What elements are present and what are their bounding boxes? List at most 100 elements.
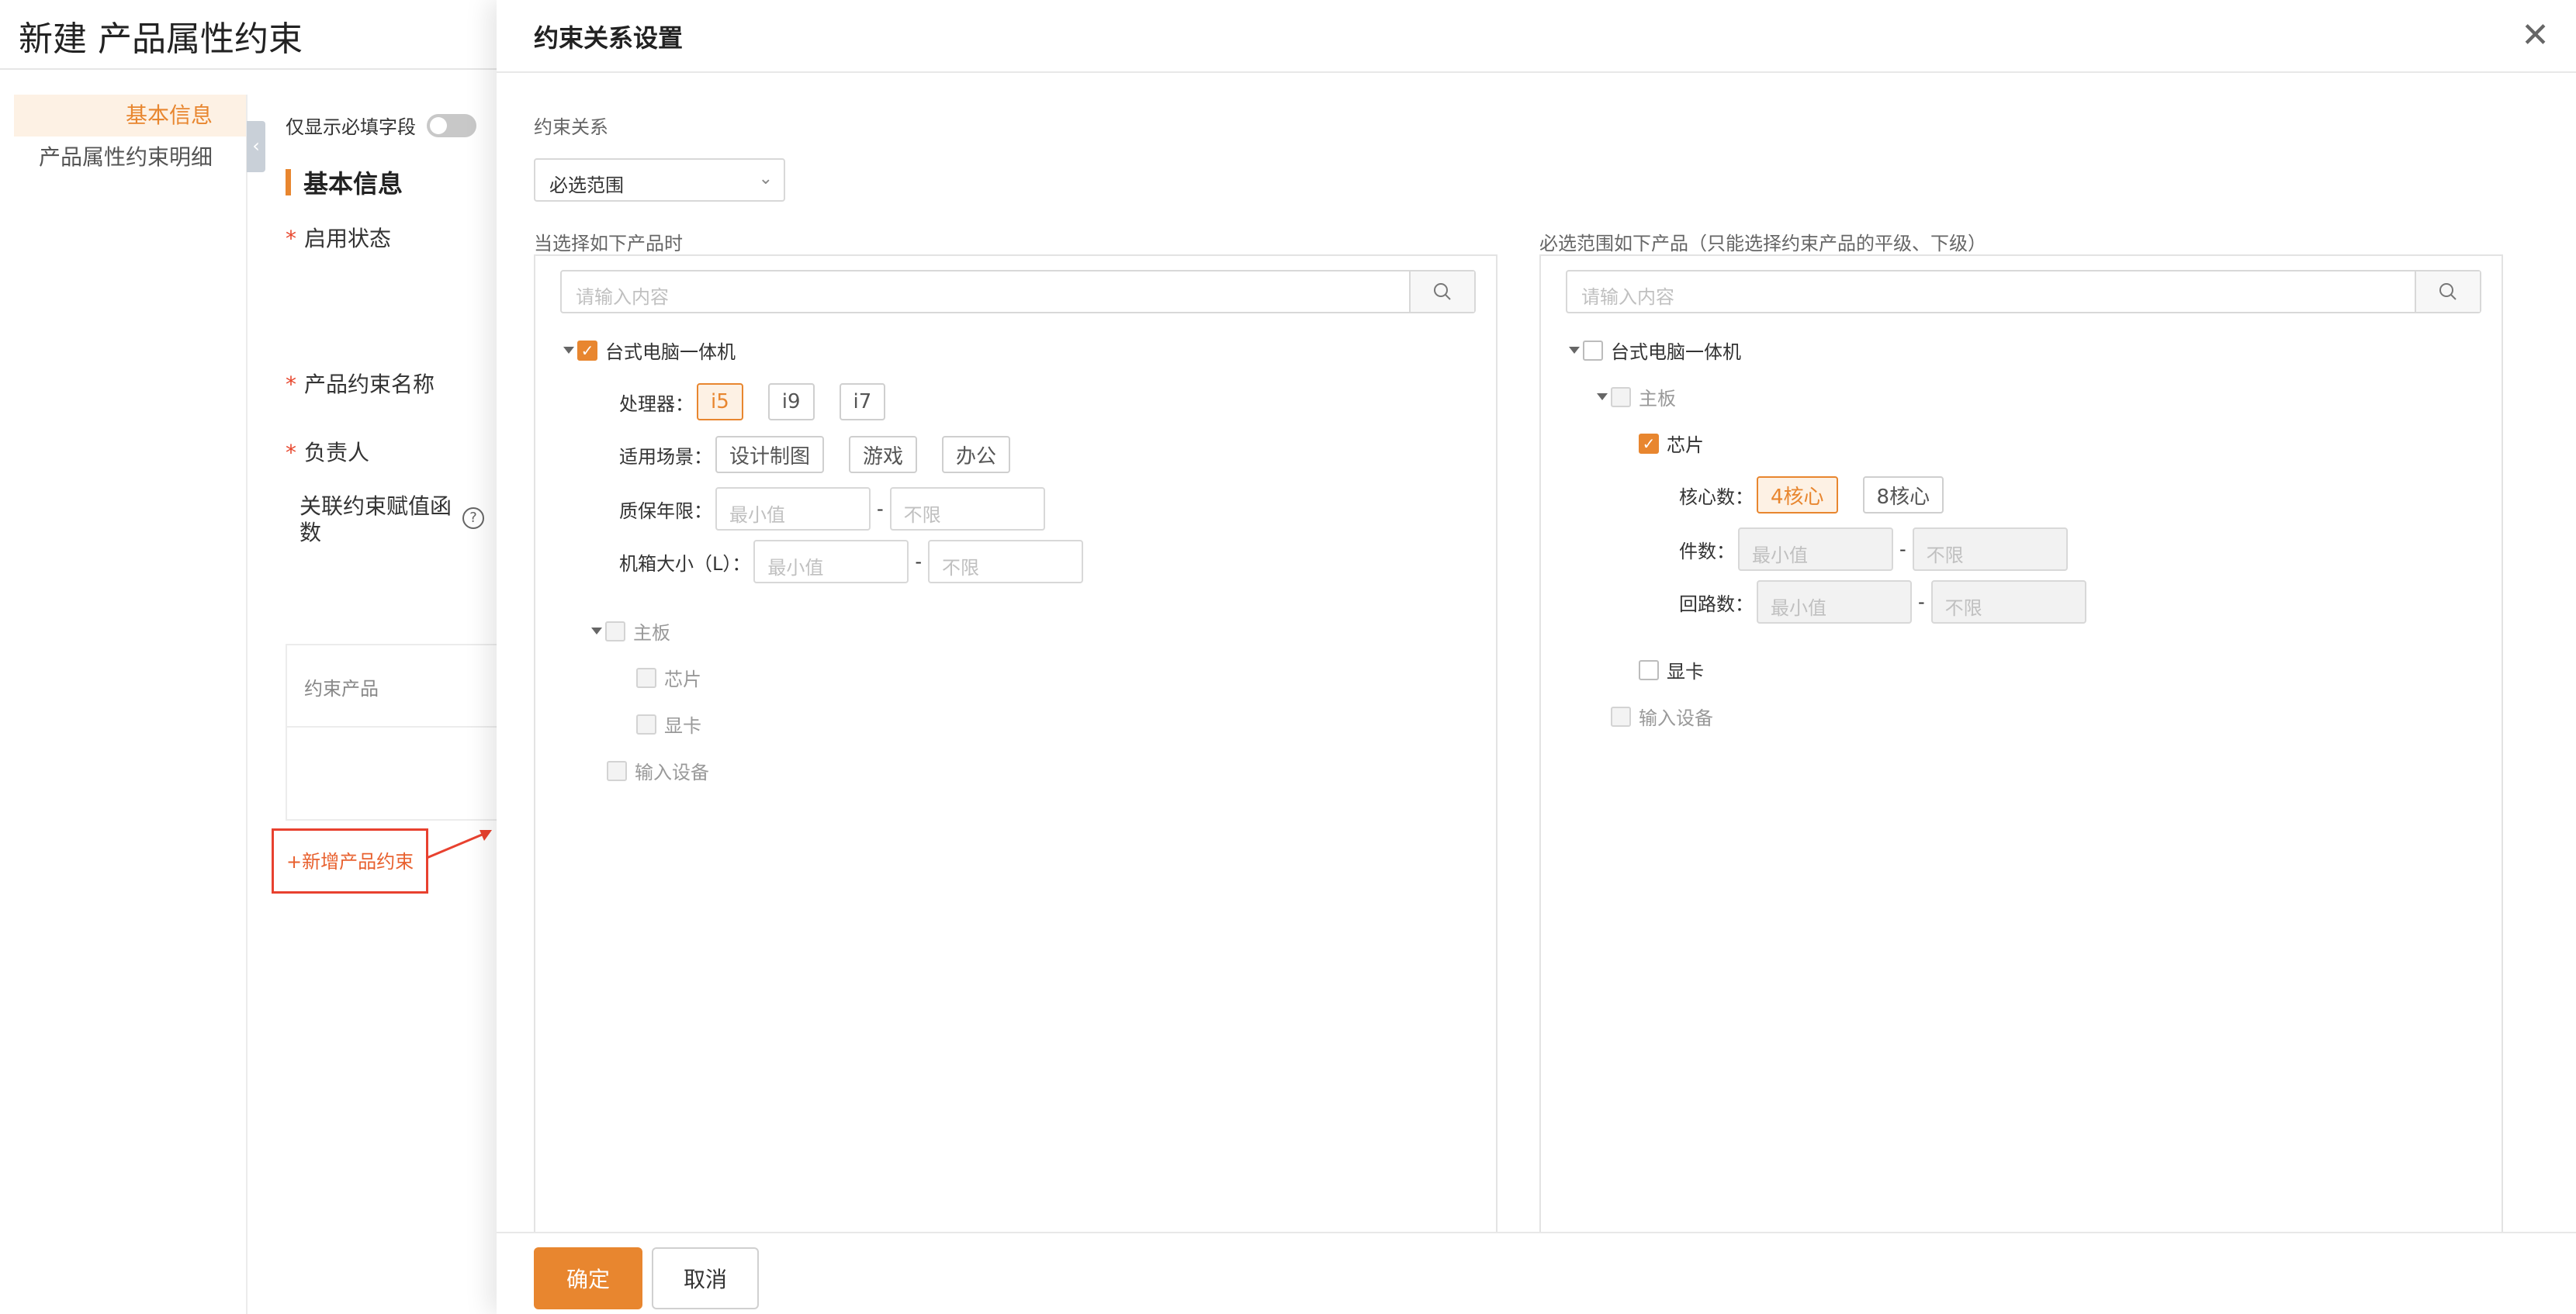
count-min-input[interactable]: 最小值 xyxy=(1738,527,1893,571)
divider xyxy=(0,68,497,70)
divider xyxy=(246,95,248,1314)
search-icon xyxy=(1434,283,1451,300)
right-search-input[interactable]: 请输入内容 xyxy=(1567,271,2415,312)
tree-node-label: 芯片 xyxy=(1667,434,1704,456)
field-assign-fn-label: 关联约束赋值函数 xyxy=(299,493,452,545)
expand-caret-icon[interactable] xyxy=(563,347,574,354)
tree-node-board: 主板 xyxy=(591,617,670,645)
tree-node-gpu: 显卡 xyxy=(1639,656,1704,683)
tree-node-root: 台式电脑一体机 xyxy=(1569,337,1741,364)
left-panel-title: 当选择如下产品时 xyxy=(534,233,683,254)
case-min-input[interactable]: 最小值 xyxy=(753,540,909,583)
search-button[interactable] xyxy=(1409,271,1474,312)
right-search: 请输入内容 xyxy=(1566,270,2481,313)
tree-node-label: 主板 xyxy=(633,622,670,644)
checkbox-input[interactable] xyxy=(607,760,627,781)
cpu-option-i9[interactable]: i9 xyxy=(767,383,815,420)
condition-panel: 请输入内容 台式电脑一体机 处理器： i5 i9 i7 xyxy=(534,254,1497,1236)
checkbox-input[interactable] xyxy=(1611,706,1631,727)
chevron-down-icon: ⌄ xyxy=(758,169,773,188)
expand-caret-icon[interactable] xyxy=(1597,393,1608,400)
tree-node-label: 台式电脑一体机 xyxy=(605,341,736,363)
relation-select[interactable]: 必选范围 ⌄ xyxy=(534,158,785,202)
checkbox-gpu[interactable] xyxy=(1639,659,1659,680)
section-accent-bar xyxy=(286,169,291,195)
cancel-button[interactable]: 取消 xyxy=(652,1247,759,1309)
attr-loops-label: 回路数： xyxy=(1679,593,1754,615)
tree-node-label: 输入设备 xyxy=(635,762,709,783)
warranty-min-input[interactable]: 最小值 xyxy=(715,487,871,531)
range-dash: - xyxy=(1918,591,1925,613)
left-search-input[interactable]: 请输入内容 xyxy=(562,271,1409,312)
tree-node-board: 主板 xyxy=(1597,383,1676,410)
attr-cpu: 处理器： i5 i9 i7 xyxy=(619,383,910,420)
annotation-arrow-icon xyxy=(426,830,492,859)
scene-option-game[interactable]: 游戏 xyxy=(849,436,918,473)
page-title: 新建 产品属性约束 xyxy=(19,19,303,59)
range-dash: - xyxy=(1899,538,1906,560)
checkbox-root[interactable] xyxy=(1583,340,1603,361)
constraint-table: 约束产品 xyxy=(286,644,497,821)
tree-node-label: 主板 xyxy=(1639,388,1676,410)
range-dash: - xyxy=(915,551,923,572)
add-constraint-button[interactable]: +新增产品约束 xyxy=(272,828,428,894)
tree-node-label: 台式电脑一体机 xyxy=(1611,341,1741,363)
required-mark: * xyxy=(286,226,296,251)
checkbox-chip[interactable] xyxy=(636,667,656,688)
tree-node-label: 显卡 xyxy=(664,715,701,737)
nav-item-constraint-detail[interactable]: 产品属性约束明细 xyxy=(14,137,247,178)
tree-node-label: 显卡 xyxy=(1667,661,1704,683)
range-dash: - xyxy=(877,498,884,520)
dialog-footer: 确定 取消 xyxy=(497,1232,2576,1314)
tree-node-chip: 芯片 xyxy=(636,664,701,691)
search-icon xyxy=(2439,283,2457,300)
left-search: 请输入内容 xyxy=(560,270,1476,313)
tree-node-input: 输入设备 xyxy=(607,757,709,784)
tree-node-label: 输入设备 xyxy=(1639,707,1713,729)
checkbox-gpu[interactable] xyxy=(636,714,656,735)
attr-case-label: 机箱大小（L）： xyxy=(619,552,751,575)
help-icon[interactable]: ? xyxy=(462,507,484,529)
scene-option-design[interactable]: 设计制图 xyxy=(715,436,825,473)
checkbox-chip[interactable] xyxy=(1639,433,1659,454)
required-range-panel: 请输入内容 台式电脑一体机 主板 芯片 xyxy=(1539,254,2503,1236)
loops-max-input[interactable]: 不限 xyxy=(1930,580,2086,624)
relation-label: 约束关系 xyxy=(534,116,608,138)
required-only-toggle[interactable] xyxy=(427,113,476,137)
expand-caret-icon[interactable] xyxy=(1569,347,1580,354)
field-status-label: * 启用状态 xyxy=(286,226,392,251)
required-mark: * xyxy=(286,440,296,465)
cpu-option-i7[interactable]: i7 xyxy=(839,383,886,420)
checkbox-board[interactable] xyxy=(605,621,625,641)
checkbox-root[interactable] xyxy=(577,340,597,361)
required-only-row: 仅显示必填字段 xyxy=(286,112,476,139)
attr-scene: 适用场景： 设计制图 游戏 办公 xyxy=(619,436,1035,473)
table-header-product: 约束产品 xyxy=(287,645,497,728)
dialog-title: 约束关系设置 xyxy=(534,23,684,53)
attr-count-label: 件数： xyxy=(1679,540,1735,562)
field-owner-label: * 负责人 xyxy=(286,440,370,465)
attr-loops: 回路数： 最小值 - 不限 xyxy=(1679,580,2086,624)
dialog-header: 约束关系设置 ✕ xyxy=(497,0,2576,73)
expand-caret-icon[interactable] xyxy=(591,628,602,635)
attr-warranty: 质保年限： 最小值 - 不限 xyxy=(619,487,1045,531)
search-button[interactable] xyxy=(2415,271,2480,312)
cpu-option-i5[interactable]: i5 xyxy=(697,383,743,420)
anchor-nav: 基本信息 产品属性约束明细 xyxy=(14,95,247,178)
warranty-max-input[interactable]: 不限 xyxy=(889,487,1045,531)
loops-min-input[interactable]: 最小值 xyxy=(1757,580,1912,624)
core-option-4[interactable]: 4核心 xyxy=(1757,476,1838,513)
relation-select-value: 必选范围 xyxy=(549,175,624,196)
scene-option-office[interactable]: 办公 xyxy=(942,436,1011,473)
checkbox-board[interactable] xyxy=(1611,386,1631,407)
core-option-8[interactable]: 8核心 xyxy=(1862,476,1944,513)
confirm-button[interactable]: 确定 xyxy=(534,1247,642,1309)
app-root: 新建 产品属性约束 基本信息 产品属性约束明细 ‹ 仅显示必填字段 基本信息 *… xyxy=(0,0,2576,1314)
collapse-nav-button[interactable]: ‹ xyxy=(247,121,265,172)
attr-case-size: 机箱大小（L）： 最小值 - 不限 xyxy=(619,540,1084,583)
count-max-input[interactable]: 不限 xyxy=(1912,527,2068,571)
case-max-input[interactable]: 不限 xyxy=(928,540,1084,583)
nav-item-basic-info[interactable]: 基本信息 xyxy=(14,95,247,137)
close-icon[interactable]: ✕ xyxy=(2521,19,2550,53)
tree-node-gpu: 显卡 xyxy=(636,711,701,738)
